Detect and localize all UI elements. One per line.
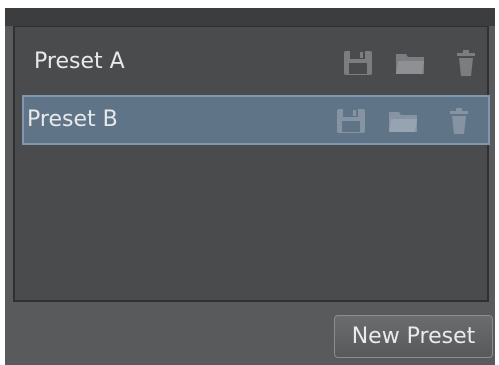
new-preset-button[interactable]: New Preset (334, 315, 493, 358)
trash-icon[interactable] (448, 108, 470, 134)
panel-header-strip (5, 8, 495, 26)
save-icon[interactable] (336, 108, 366, 134)
preset-manager-panel: Preset A Preset B New Preset (5, 8, 495, 365)
save-icon[interactable] (343, 50, 373, 76)
preset-row-a[interactable]: Preset A (22, 37, 490, 87)
folder-icon[interactable] (395, 50, 425, 76)
preset-name: Preset A (34, 49, 125, 74)
preset-name: Preset B (27, 107, 118, 132)
preset-row-b[interactable]: Preset B (22, 95, 490, 145)
preset-list: Preset A Preset B (13, 26, 490, 302)
trash-icon[interactable] (455, 50, 477, 76)
folder-icon[interactable] (388, 108, 418, 134)
